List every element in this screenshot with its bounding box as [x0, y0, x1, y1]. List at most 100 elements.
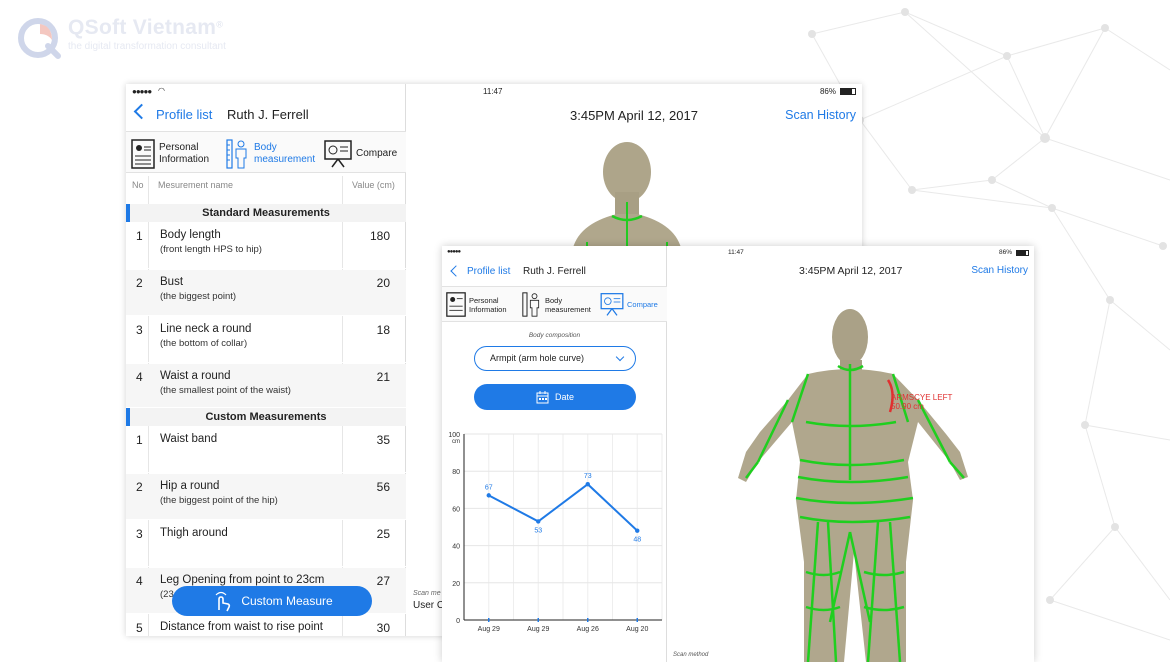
qsoft-logo-icon [18, 18, 61, 59]
nav-bar: Profile list Ruth J. Ferrell [126, 103, 406, 128]
section-title: Custom Measurements [205, 411, 327, 423]
col-header-no: No [132, 180, 144, 190]
back-chevron-icon[interactable] [133, 103, 150, 120]
table-row[interactable]: 2 Bust (the biggest point) 20 [126, 270, 406, 316]
row-description: (the bottom of collar) [160, 338, 248, 349]
table-row[interactable]: 1 Waist band 35 [126, 427, 406, 473]
body-measure-icon [226, 139, 247, 169]
tab-body-measurement[interactable]: Body measurement [522, 292, 598, 317]
battery-percent: 86% [819, 87, 836, 96]
row-number: 4 [136, 574, 143, 588]
model-label-value: 50.90 cm [891, 402, 924, 411]
tab-bar: Personal Information Body measurement Co… [126, 131, 406, 173]
scan-history-link[interactable]: Scan History [971, 265, 1028, 276]
data-label: 67 [485, 484, 493, 491]
table-row[interactable]: 3 Thigh around 25 [126, 521, 406, 567]
scan-history-link[interactable]: Scan History [785, 108, 856, 122]
user-label: User C [413, 600, 445, 611]
row-number: 4 [136, 370, 143, 384]
scan-method-label: Scan method [673, 652, 709, 658]
tab-compare-label: Compare [627, 300, 658, 309]
tab-bar: Personal Information Body measurement Co… [442, 286, 667, 322]
row-name: Waist band [160, 433, 218, 445]
compare-board-icon [600, 293, 624, 316]
row-name: Bust [160, 276, 184, 288]
row-value: 180 [369, 229, 390, 243]
row-description: (the biggest point of the hip) [160, 495, 278, 506]
tap-hand-icon [215, 591, 231, 612]
compare-panel: ●●●●● Profile list Ruth J. Ferrell Perso… [442, 246, 667, 662]
body-scan-model: ARMSCYE LEFT 50.90 cm [738, 309, 968, 662]
chevron-down-icon [615, 352, 625, 362]
y-tick-label: 60 [452, 506, 460, 513]
brand-logo: QSoft Vietnam® the digital transformatio… [18, 16, 226, 60]
tab-compare[interactable]: Compare [600, 292, 666, 317]
tab-personal-information[interactable]: Personal Information [446, 292, 518, 317]
scan-preview-panel: 11:47 86% 3:45PM April 12, 2017 Scan His… [668, 246, 1034, 662]
date-button[interactable]: Date [474, 384, 636, 410]
data-point [536, 519, 541, 524]
battery-icon [840, 88, 856, 95]
profile-name: Ruth J. Ferrell [523, 266, 586, 277]
data-label: 53 [534, 527, 542, 534]
tab-compare-label: Compare [356, 148, 398, 159]
scan-method-label: Scan me [413, 590, 441, 597]
row-value: 35 [376, 433, 390, 447]
measurement-select[interactable]: Armpit (arm hole curve) [474, 346, 636, 371]
row-value: 56 [376, 480, 390, 494]
signal-indicator: ●●●●● [447, 249, 461, 255]
row-value: 27 [376, 574, 390, 588]
brand-tagline: the digital transformation consultant [68, 41, 226, 52]
table-row[interactable]: 1 Body length (front length HPS to hip) 180 [126, 223, 406, 269]
tab-compare[interactable]: Compare [324, 139, 404, 169]
tab-personal-information[interactable]: Personal Information [131, 139, 219, 169]
id-card-icon [131, 139, 155, 169]
x-tick-label: Aug 29 [478, 626, 500, 633]
model-label-name: ARMSCYE LEFT [891, 393, 952, 402]
front-tablet-screen: ●●●●● Profile list Ruth J. Ferrell Perso… [442, 246, 1034, 662]
row-number: 1 [136, 229, 143, 243]
row-name: Line neck a round [160, 323, 252, 335]
row-name: Hip a round [160, 480, 220, 492]
tab-body-label: Body measurement [254, 142, 316, 165]
battery-icon [1016, 250, 1029, 256]
table-row[interactable]: 2 Hip a round (the biggest point of the hi… [126, 474, 406, 520]
y-tick-label: 20 [452, 581, 460, 588]
row-name: Body length [160, 229, 221, 241]
row-number: 1 [136, 433, 143, 447]
back-chevron-icon[interactable] [450, 265, 462, 277]
signal-indicator: ●●●●● [132, 87, 152, 96]
y-tick-label: 100 [448, 432, 460, 439]
measurement-select-value: Armpit (arm hole curve) [490, 353, 585, 363]
custom-measure-button[interactable]: Custom Measure [172, 586, 372, 616]
table-row[interactable]: 3 Line neck a round (the bottom of collar)… [126, 317, 406, 363]
row-value: 25 [376, 527, 390, 541]
nav-bar: Profile list Ruth J. Ferrell [442, 263, 667, 283]
tab-body-measurement[interactable]: Body measurement [226, 139, 321, 169]
y-axis-unit-label: cm [452, 439, 460, 445]
row-description: (the biggest point) [160, 291, 237, 302]
profile-list-link[interactable]: Profile list [467, 266, 510, 277]
profile-name: Ruth J. Ferrell [227, 107, 309, 122]
table-row[interactable]: 5 Distance from waist to rise point 30 [126, 615, 406, 636]
section-custom: Custom Measurements [126, 408, 406, 426]
table-row[interactable]: 4 Waist a round (the smallest point of the… [126, 364, 406, 408]
section-marker [126, 408, 130, 426]
profile-list-link[interactable]: Profile list [156, 107, 212, 122]
row-value: 21 [376, 370, 390, 384]
row-name: Leg Opening from point to 23cm [160, 574, 325, 586]
data-point [585, 482, 590, 487]
y-tick-label: 40 [452, 544, 460, 551]
tab-body-label: Body measurement [545, 295, 591, 314]
y-tick-label: 0 [456, 618, 460, 625]
x-tick-label: Aug 29 [527, 626, 549, 633]
col-header-value: Value (cm) [352, 180, 395, 190]
data-point [486, 493, 491, 498]
section-marker [126, 204, 130, 222]
status-time: 11:47 [483, 87, 503, 96]
row-number: 5 [136, 621, 143, 635]
data-point [635, 528, 640, 533]
body-composition-label: Body composition [528, 332, 581, 339]
row-description: (front length HPS to hip) [160, 244, 262, 255]
brand-name: QSoft Vietnam [68, 16, 217, 39]
